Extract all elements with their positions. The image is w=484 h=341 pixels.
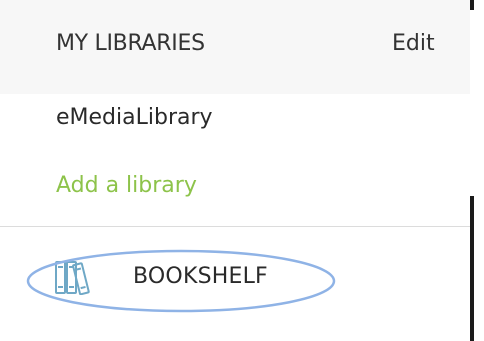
bookshelf-label: BOOKSHELF <box>133 264 268 289</box>
libraries-header-title: MY LIBRARIES <box>56 31 205 56</box>
edit-button[interactable]: Edit <box>392 31 435 56</box>
libraries-panel: MY LIBRARIES Edit eMediaLibrary Add a li… <box>0 0 470 341</box>
libraries-header: MY LIBRARIES Edit <box>0 0 470 94</box>
bookshelf-nav-item[interactable]: BOOKSHELF <box>0 236 470 316</box>
add-library-link[interactable]: Add a library <box>56 173 197 198</box>
library-item-emedialibrary[interactable]: eMediaLibrary <box>56 105 213 130</box>
books-icon <box>55 261 90 295</box>
scrollbar-edge <box>470 0 474 341</box>
divider <box>0 226 470 227</box>
